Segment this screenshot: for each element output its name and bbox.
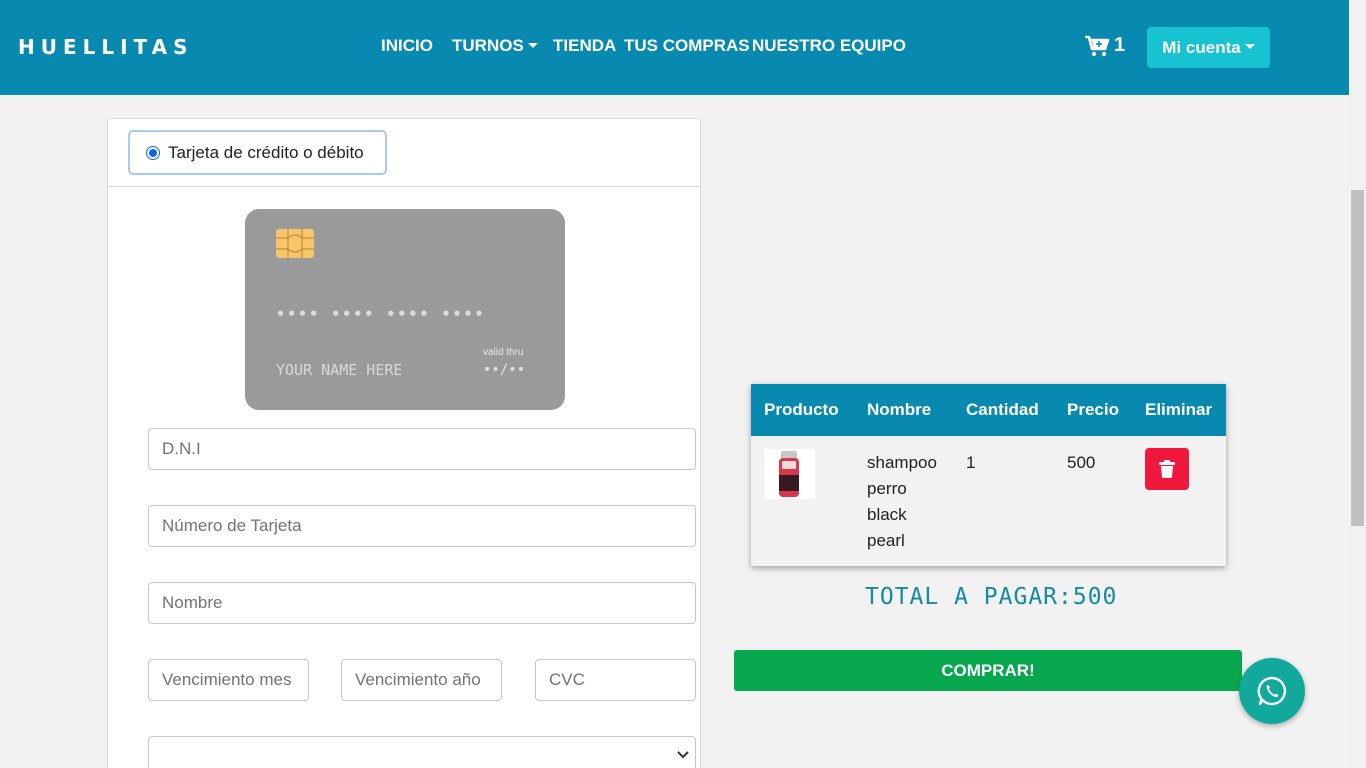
installments-select[interactable]: [148, 736, 696, 768]
product-name-line: pearl: [867, 531, 905, 550]
column-header-nombre: Nombre: [867, 400, 932, 419]
payment-panel: Tarjeta de crédito o débito •••• •••• ••…: [107, 118, 701, 768]
navbar: HUELLITAS INICIO TURNOS TIENDA TUS COMPR…: [0, 0, 1349, 95]
account-dropdown-button[interactable]: Mi cuenta: [1147, 27, 1270, 68]
card-valid-value: ••/••: [483, 362, 526, 378]
column-header-precio: Precio: [1067, 400, 1119, 419]
nav-link-tus-compras[interactable]: TUS COMPRAS: [624, 36, 750, 56]
nav-link-tienda[interactable]: TIENDA: [553, 36, 616, 56]
whatsapp-icon: [1257, 676, 1287, 706]
shopping-cart-icon: [1085, 35, 1110, 56]
page-scrollbar[interactable]: [1349, 0, 1366, 768]
chevron-down-icon: [677, 751, 689, 759]
whatsapp-button[interactable]: [1239, 658, 1305, 724]
buy-button[interactable]: COMPRAR!: [734, 650, 1242, 691]
expiry-month-input[interactable]: [148, 659, 309, 701]
column-header-producto: Producto: [764, 400, 839, 419]
account-label: Mi cuenta: [1162, 37, 1241, 57]
product-name-line: shampoo: [867, 453, 937, 472]
cart-count: 1: [1114, 34, 1126, 56]
trash-icon: [1159, 460, 1175, 478]
cvc-input[interactable]: [535, 659, 696, 701]
nav-link-turnos[interactable]: TURNOS: [452, 36, 538, 56]
product-name-line: black: [867, 505, 907, 524]
credit-card-preview: •••• •••• •••• •••• YOUR NAME HERE valid…: [245, 209, 565, 410]
column-header-eliminar: Eliminar: [1145, 400, 1213, 419]
card-number-input[interactable]: [148, 505, 696, 547]
nav-link-nuestro-equipo[interactable]: NUESTRO EQUIPO: [752, 36, 906, 56]
product-price: 500: [1067, 453, 1096, 472]
payment-method-option-card[interactable]: Tarjeta de crédito o débito: [128, 130, 387, 175]
scrollbar-thumb[interactable]: [1351, 190, 1364, 526]
product-name: shampoo perro black pearl: [867, 450, 937, 554]
shampoo-bottle-image: [779, 451, 799, 497]
payment-method-header: Tarjeta de crédito o débito: [108, 119, 700, 187]
product-name-line: perro: [867, 479, 907, 498]
card-valid-label: valid thru: [483, 347, 524, 358]
dni-input[interactable]: [148, 428, 696, 470]
delete-item-button[interactable]: [1145, 448, 1189, 490]
cart-table: Producto Nombre Cantidad Precio Eliminar…: [751, 384, 1226, 566]
product-thumbnail: [764, 449, 815, 499]
payment-method-label: Tarjeta de crédito o débito: [168, 142, 364, 162]
cart-button[interactable]: 1: [1084, 34, 1125, 57]
radio-selected-dot: [149, 148, 157, 157]
product-quantity: 1: [966, 453, 976, 472]
chevron-down-icon: [527, 42, 538, 48]
nav-link-turnos-label: TURNOS: [452, 36, 524, 55]
chevron-down-icon: [1244, 43, 1255, 49]
expiry-year-input[interactable]: [341, 659, 502, 701]
card-chip-icon: [276, 229, 314, 258]
brand-logo[interactable]: HUELLITAS: [18, 35, 194, 59]
column-header-cantidad: Cantidad: [966, 400, 1039, 419]
nav-link-inicio[interactable]: INICIO: [381, 36, 433, 56]
card-number-preview: •••• •••• •••• ••••: [276, 305, 486, 323]
payment-method-radio[interactable]: [146, 145, 160, 160]
total-to-pay: TOTAL A PAGAR:500: [865, 584, 1118, 610]
card-name-preview: YOUR NAME HERE: [276, 361, 403, 379]
cart-table-header: Producto Nombre Cantidad Precio Eliminar: [751, 384, 1226, 436]
cardholder-name-input[interactable]: [148, 582, 696, 624]
